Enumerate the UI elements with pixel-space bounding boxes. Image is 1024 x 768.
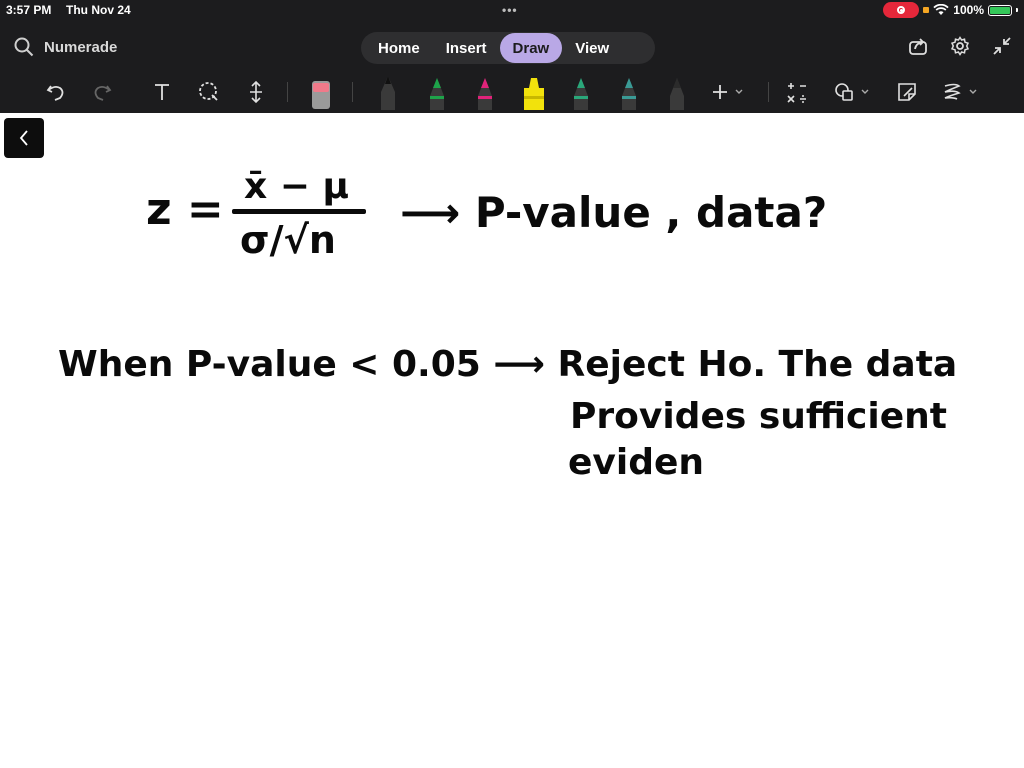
ink-replay-button[interactable] <box>940 74 982 110</box>
share-icon[interactable] <box>908 36 928 56</box>
text-tool-icon[interactable] <box>150 74 174 110</box>
undo-icon[interactable] <box>44 74 68 110</box>
status-time: 3:57 PM <box>6 3 52 17</box>
handwritten-line-4: eviden <box>568 442 705 483</box>
settings-gear-icon[interactable] <box>950 36 970 56</box>
pen-teal-icon[interactable] <box>570 74 592 110</box>
redo-icon[interactable] <box>90 74 114 110</box>
tab-home[interactable]: Home <box>365 33 433 63</box>
ribbon-tabs: Home Insert Draw View <box>361 32 655 64</box>
battery-icon <box>988 4 1012 16</box>
pen-cyan-icon[interactable] <box>618 74 640 110</box>
screen-record-icon <box>883 2 920 18</box>
eraser-icon[interactable] <box>308 74 334 110</box>
math-tools-icon[interactable] <box>784 74 810 110</box>
mic-indicator-icon <box>923 7 930 13</box>
formula-z-label: z = <box>146 184 224 235</box>
shapes-button[interactable] <box>832 74 874 110</box>
battery-percent: 100% <box>953 3 984 17</box>
space-tool-icon[interactable] <box>244 74 268 110</box>
fraction-bar <box>232 209 366 214</box>
formula-numerator: x̄ − μ <box>244 166 349 207</box>
handwritten-line-2: When P-value < 0.05 ⟶ Reject Ho. The dat… <box>58 344 958 385</box>
formula-denominator: σ/√n <box>240 218 336 262</box>
highlighter-yellow-icon[interactable] <box>522 74 546 110</box>
draw-toolbar <box>0 74 1024 110</box>
formula-result-text: ⟶ P-value , data? <box>400 188 828 237</box>
tab-insert[interactable]: Insert <box>433 33 500 63</box>
add-pen-button[interactable] <box>708 74 748 110</box>
sticky-note-icon[interactable] <box>894 74 920 110</box>
tab-view[interactable]: View <box>562 33 622 63</box>
wifi-icon <box>933 4 949 15</box>
pen-magenta-icon[interactable] <box>474 74 496 110</box>
pen-black-icon[interactable] <box>377 74 399 110</box>
status-bar: 3:57 PM Thu Nov 24 ••• 100% <box>0 0 1024 22</box>
chevron-left-icon <box>19 130 28 146</box>
status-date: Thu Nov 24 <box>66 3 131 17</box>
top-bar: 3:57 PM Thu Nov 24 ••• 100% Numerade Hom… <box>0 0 1024 113</box>
lasso-select-icon[interactable] <box>196 74 222 110</box>
header-right-tools <box>908 36 1012 56</box>
toolbar-divider <box>768 82 769 102</box>
collapse-fullscreen-icon[interactable] <box>992 36 1012 56</box>
battery-nub-icon <box>1016 8 1018 12</box>
notebook-title: Numerade <box>44 38 118 56</box>
handwritten-line-3: Provides sufficient <box>570 396 947 437</box>
pen-gray-icon[interactable] <box>666 74 688 110</box>
multitasking-dots-icon[interactable]: ••• <box>502 3 518 17</box>
toolbar-divider <box>352 82 353 102</box>
search-button[interactable]: Numerade <box>14 37 117 57</box>
pen-green-icon[interactable] <box>426 74 448 110</box>
toolbar-divider <box>287 82 288 102</box>
search-icon <box>14 37 34 57</box>
back-button[interactable] <box>4 118 44 158</box>
status-right: 100% <box>883 2 1018 18</box>
tab-draw[interactable]: Draw <box>499 33 563 63</box>
